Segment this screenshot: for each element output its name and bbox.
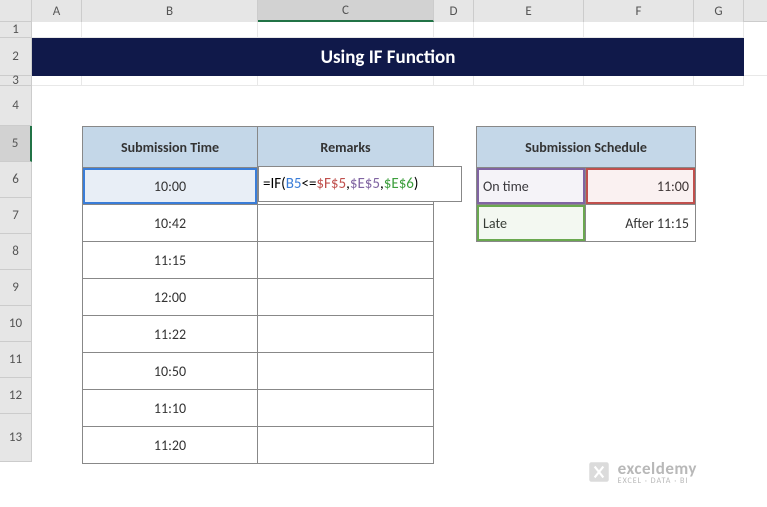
header-submission-time: Submission Time — [83, 127, 258, 167]
column-headers: A B C D E F G — [0, 0, 767, 22]
col-F[interactable]: F — [584, 0, 694, 22]
page-title: Using IF Function — [32, 38, 744, 76]
cell-B9[interactable]: 11:22 — [83, 316, 258, 352]
cell-F6[interactable]: After 11:15 — [586, 205, 695, 241]
cell-C11[interactable] — [258, 390, 433, 426]
formula-prefix: =IF( — [263, 175, 286, 193]
row-12[interactable]: 12 — [0, 378, 32, 414]
formula-edit-box[interactable]: =IF( B5 <= $F$5 , $E$5 , $E$6 ) — [258, 166, 462, 202]
cell-B10[interactable]: 10:50 — [83, 353, 258, 389]
cell-C6[interactable] — [258, 205, 433, 241]
cell-C12[interactable] — [258, 427, 433, 463]
cell-B7[interactable]: 11:15 — [83, 242, 258, 278]
cell-C8[interactable] — [258, 279, 433, 315]
col-A[interactable]: A — [32, 0, 82, 22]
header-remarks: Remarks — [258, 127, 433, 167]
row-11[interactable]: 11 — [0, 342, 32, 378]
cell-B5[interactable]: 10:00 — [83, 168, 258, 204]
excel-icon — [586, 459, 612, 485]
row-1[interactable]: 1 — [0, 22, 32, 38]
cell-E5[interactable]: On time — [477, 168, 586, 204]
row-4[interactable]: 4 — [0, 86, 32, 126]
cell-C9[interactable] — [258, 316, 433, 352]
watermark-tagline: EXCEL · DATA · BI — [618, 477, 697, 485]
cell-E6[interactable]: Late — [477, 205, 586, 241]
col-C[interactable]: C — [258, 0, 434, 22]
cell-B8[interactable]: 12:00 — [83, 279, 258, 315]
watermark-brand: exceldemy — [618, 460, 697, 477]
cell-F5[interactable]: 11:00 — [586, 168, 695, 204]
formula-ref-F5: $F$5 — [316, 175, 346, 193]
cell-C10[interactable] — [258, 353, 433, 389]
row-9[interactable]: 9 — [0, 270, 32, 306]
row-10[interactable]: 10 — [0, 306, 32, 342]
formula-op: <= — [301, 175, 316, 193]
formula-ref-B5: B5 — [286, 175, 302, 193]
row-13[interactable]: 13 — [0, 414, 32, 462]
row-headers: 1 2 3 4 5 6 7 8 9 10 11 12 13 — [0, 22, 32, 462]
cell-C7[interactable] — [258, 242, 433, 278]
cell-B12[interactable]: 11:20 — [83, 427, 258, 463]
row-2[interactable]: 2 — [0, 38, 32, 76]
row-5[interactable]: 5 — [0, 126, 32, 162]
cell-B11[interactable]: 11:10 — [83, 390, 258, 426]
row-8[interactable]: 8 — [0, 234, 32, 270]
select-all-corner[interactable] — [0, 0, 32, 22]
col-B[interactable]: B — [82, 0, 258, 22]
row-6[interactable]: 6 — [0, 162, 32, 198]
row-7[interactable]: 7 — [0, 198, 32, 234]
formula-ref-E6: $E$6 — [384, 175, 414, 193]
row-3[interactable]: 3 — [0, 76, 32, 86]
col-E[interactable]: E — [474, 0, 584, 22]
watermark: exceldemy EXCEL · DATA · BI — [586, 459, 697, 485]
formula-suffix: ) — [414, 175, 419, 193]
col-G[interactable]: G — [694, 0, 744, 22]
formula-ref-E5: $E$5 — [350, 175, 380, 193]
cell-B6[interactable]: 10:42 — [83, 205, 258, 241]
schedule-table: Submission Schedule On time 11:00 Late A… — [476, 126, 696, 242]
col-D[interactable]: D — [434, 0, 474, 22]
header-submission-schedule: Submission Schedule — [477, 127, 695, 167]
